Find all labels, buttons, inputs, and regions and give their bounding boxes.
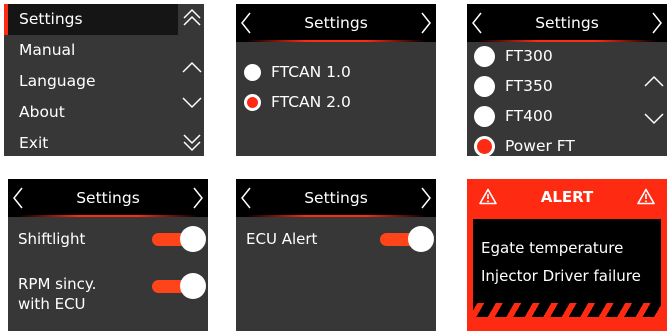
chevron-up-icon[interactable] [182,60,202,74]
header-divider [236,40,436,42]
menu-item-label: Exit [19,134,49,152]
shift-settings-screen: Settings Shiftlight RPM sincy. with ECU [8,179,208,331]
menu-item-exit[interactable]: Exit [4,128,178,156]
radio-button[interactable] [474,75,495,97]
page-title: Settings [304,189,368,207]
menu-item-manual[interactable]: Manual [4,35,178,66]
radio-button[interactable] [244,63,261,81]
screen-header: Settings [236,4,436,42]
radio-button[interactable] [474,45,495,67]
toggle-knob [180,273,206,299]
chevron-down-icon[interactable] [644,112,664,126]
radio-option-ft350[interactable]: FT350 [474,72,553,100]
page-title: Settings [535,14,599,32]
chevron-right-icon[interactable] [420,187,432,209]
rpm-sync-toggle[interactable] [152,273,206,299]
menu-item-label: Settings [19,10,83,28]
toggle-knob [180,226,206,252]
alert-message: Injector Driver failure [481,267,641,285]
alert-message: Egate temperature [481,239,624,257]
chevron-right-icon[interactable] [651,12,663,34]
toggle-knob [408,226,434,252]
menu-item-label: About [19,103,65,121]
hazard-stripes [473,303,661,317]
header-divider [236,215,436,217]
radio-label: FT400 [505,107,553,125]
rpm-sync-label-line2: with ECU [18,295,86,313]
radio-button-selected[interactable] [244,93,261,111]
radio-option-ftcan-2[interactable]: FTCAN 2.0 [244,88,351,116]
rpm-sync-label: RPM sincy. with ECU [18,274,96,314]
menu-item-language[interactable]: Language [4,66,178,97]
ecu-alert-label: ECU Alert [246,230,318,248]
radio-label: Power FT [505,137,575,155]
radio-label: FTCAN 1.0 [271,63,351,81]
screen-header: Settings [8,179,208,217]
main-menu-screen: Settings Manual Language About Exit [4,4,204,156]
alert-screen: ALERT Egate temperature Injector Driver … [467,179,667,331]
screen-header: Settings [236,179,436,217]
menu-item-about[interactable]: About [4,97,178,128]
screen-header: Settings [467,4,667,42]
shiftlight-label: Shiftlight [18,230,86,248]
radio-button[interactable] [474,105,495,127]
double-chevron-down-icon[interactable] [182,132,202,152]
header-divider [8,215,208,217]
ecu-settings-screen: Settings ECU Alert [236,179,436,331]
double-chevron-up-icon[interactable] [182,8,202,28]
can-settings-screen: Settings FTCAN 1.0 FTCAN 2.0 [236,4,436,156]
alert-header: ALERT [467,179,667,215]
page-title: Settings [304,14,368,32]
menu-item-label: Language [19,72,96,90]
radio-label: FTCAN 2.0 [271,93,351,111]
rpm-sync-label-line1: RPM sincy. [18,275,97,293]
radio-label: FT350 [505,77,553,95]
radio-label: FT300 [505,47,553,65]
radio-button-selected[interactable] [474,135,495,156]
chevron-up-icon[interactable] [644,74,664,88]
chevron-right-icon[interactable] [420,12,432,34]
radio-option-power-ft[interactable]: Power FT [474,132,575,156]
shiftlight-toggle[interactable] [152,226,206,252]
radio-option-ft300[interactable]: FT300 [474,42,553,70]
chevron-down-icon[interactable] [182,96,202,110]
menu-item-label: Manual [19,41,76,59]
menu-scroll-controls [178,4,204,156]
ecu-alert-toggle[interactable] [380,226,434,252]
radio-option-ft400[interactable]: FT400 [474,102,553,130]
radio-option-ftcan-1[interactable]: FTCAN 1.0 [244,58,351,86]
model-settings-screen: Settings FT300 FT350 FT400 Power FT [467,4,667,156]
chevron-right-icon[interactable] [192,187,204,209]
page-title: Settings [76,189,140,207]
warning-icon [637,188,655,205]
menu-item-settings[interactable]: Settings [4,4,178,35]
alert-message-panel: Egate temperature Injector Driver failur… [473,219,661,317]
